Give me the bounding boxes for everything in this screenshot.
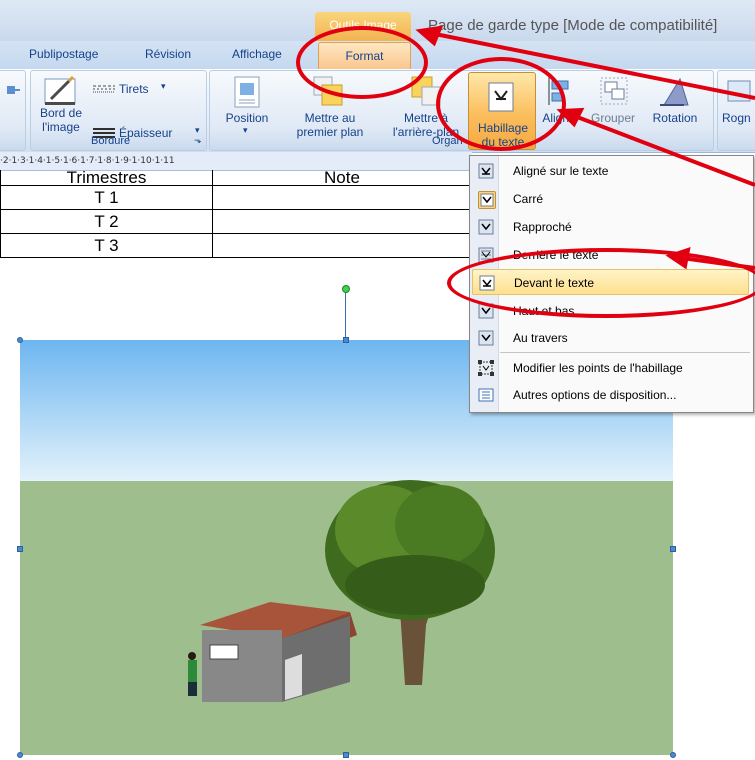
table-header-cell: Note [212, 170, 472, 186]
menu-item-label: Autres options de disposition... [513, 388, 677, 402]
table-row: T 2 [0, 209, 472, 234]
table-header-cell: Trimestres [0, 170, 213, 186]
tab-affichage[interactable]: Affichage [232, 47, 282, 61]
grades-table: Trimestres Note T 1 T 2 T 3 [0, 170, 472, 258]
chevron-down-icon: ▾ [243, 125, 248, 135]
resize-handle-top-left[interactable] [17, 337, 23, 343]
group-label-bordure: Bordure [91, 135, 131, 147]
menu-item-label: Carré [513, 192, 544, 206]
square-wrap-icon [478, 191, 496, 209]
menu-item-aligne-texte[interactable]: Aligné sur le texte [472, 158, 749, 184]
grouper-button[interactable]: Grouper [586, 73, 640, 133]
ribbon-group-bordure: Bord de l'image Tirets ▾ Épaisseur ▾ Bor… [30, 70, 207, 151]
grouper-label: Grouper [590, 111, 636, 125]
picture-border-icon [44, 75, 76, 105]
position-button[interactable]: Position ▾ [214, 73, 280, 135]
tab-publipostage[interactable]: Publipostage [29, 47, 98, 61]
rotation-handle[interactable] [342, 285, 350, 293]
annotation-ellipse-habillage [436, 57, 566, 151]
menu-separator [500, 352, 750, 353]
table-row: T 3 [0, 233, 472, 258]
tirets-label: Tirets [119, 82, 149, 96]
table-cell[interactable]: T 3 [0, 233, 213, 258]
annotation-ellipse-devant-texte [447, 248, 755, 318]
resize-handle-bottom[interactable] [343, 752, 349, 758]
document-title: Page de garde type [Mode de compatibilit… [428, 17, 718, 34]
tirets-button[interactable]: Tirets ▾ [93, 81, 203, 97]
rotate-icon [660, 77, 689, 106]
dialog-launcher-icon[interactable]: ⬎ [194, 135, 202, 146]
resize-handle-left[interactable] [17, 546, 23, 552]
annotation-ellipse-format [296, 26, 428, 99]
premier-plan-label: Mettre au premier plan [296, 111, 364, 139]
menu-item-label: Modifier les points de l'habillage [513, 361, 683, 375]
horizontal-ruler[interactable]: ·2·1·3·1·4·1·5·1·6·1·7·1·8·1·9·1·10·1·11 [0, 152, 472, 171]
table-cell[interactable] [212, 233, 472, 258]
edit-wrap-points-icon [478, 360, 494, 376]
menu-item-au-travers[interactable]: Au travers [472, 325, 749, 351]
through-icon [478, 330, 494, 346]
bord-image-label: Bord de l'image [39, 106, 83, 134]
table-row: T 1 [0, 185, 472, 210]
menu-item-label: Au travers [513, 331, 568, 345]
rotation-connector [345, 287, 347, 337]
group-icon [600, 77, 628, 105]
inline-text-icon [478, 163, 494, 179]
ribbon-group-taille: Rogn [717, 70, 755, 151]
table-cell[interactable]: T 1 [0, 185, 213, 210]
menu-item-label: Rapproché [513, 220, 572, 234]
tab-revision[interactable]: Révision [145, 47, 191, 61]
resize-handle-right[interactable] [670, 546, 676, 552]
rotation-button[interactable]: Rotation [642, 73, 708, 133]
rotation-label: Rotation [652, 111, 698, 125]
menu-item-rapproche[interactable]: Rapproché [472, 214, 749, 240]
chevron-down-icon: ▾ [161, 81, 166, 91]
rogner-label: Rogn [722, 111, 751, 125]
more-layout-icon [478, 387, 494, 403]
bord-image-button[interactable]: Bord de l'image [35, 73, 87, 134]
position-label: Position [225, 111, 269, 125]
dashes-icon [93, 85, 115, 93]
resize-handle-bottom-right[interactable] [670, 752, 676, 758]
menu-item-autres-options[interactable]: Autres options de disposition... [472, 382, 749, 408]
resize-handle-top[interactable] [343, 337, 349, 343]
shape-icon [7, 86, 20, 94]
table-cell[interactable] [212, 209, 472, 234]
menu-item-modifier-points[interactable]: Modifier les points de l'habillage [472, 355, 749, 381]
position-icon [234, 76, 260, 108]
crop-icon [727, 80, 751, 102]
table-cell[interactable] [212, 185, 472, 210]
menu-item-carre[interactable]: Carré [472, 186, 749, 212]
table-cell[interactable]: T 2 [0, 209, 213, 234]
resize-handle-bottom-left[interactable] [17, 752, 23, 758]
ribbon-group-partial [0, 70, 26, 151]
menu-item-label: Aligné sur le texte [513, 164, 609, 178]
table-header-row: Trimestres Note [0, 170, 472, 186]
tight-wrap-icon [478, 219, 494, 235]
